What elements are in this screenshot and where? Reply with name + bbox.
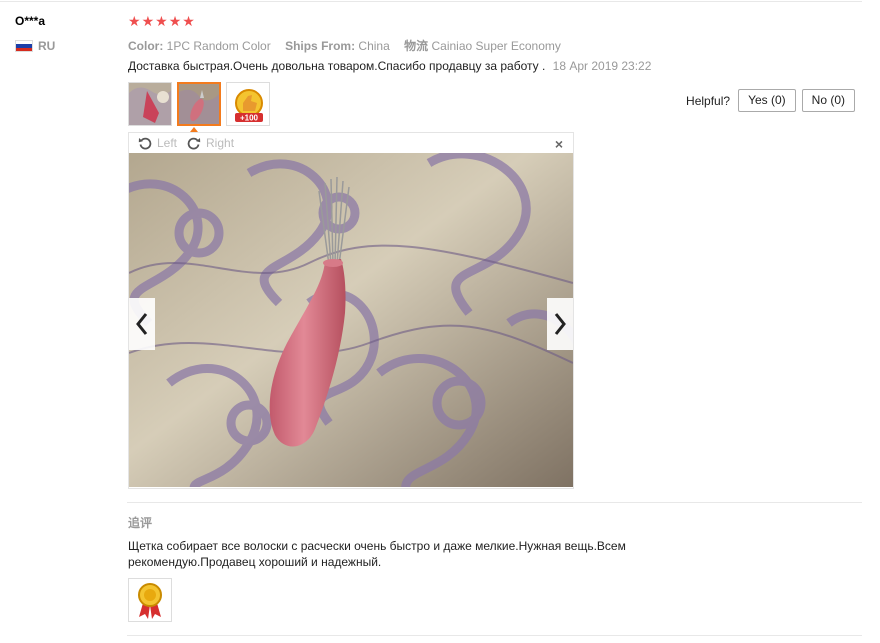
- review-photo: [129, 153, 573, 487]
- star-icon: ★: [141, 13, 155, 29]
- rotate-right-icon: [187, 137, 201, 150]
- prop-label-logistics: 物流: [404, 39, 429, 53]
- svg-text:+100: +100: [240, 114, 259, 123]
- star-icon: ★: [182, 13, 195, 29]
- prop-value-logistics: Cainiao Super Economy: [431, 39, 561, 53]
- followup-label: 追评: [128, 516, 153, 530]
- prop-value-color: 1PC Random Color: [166, 39, 271, 53]
- rotate-left-icon: [138, 137, 152, 150]
- thumbs-up-100-icon: +100: [227, 83, 269, 125]
- review-text: Доставка быстрая.Очень довольна товаром.…: [128, 59, 546, 73]
- chevron-left-icon: [136, 313, 148, 335]
- helpful-yes-button[interactable]: Yes (0): [738, 89, 796, 112]
- gold-medal-icon: [138, 583, 162, 619]
- close-icon[interactable]: ×: [555, 136, 563, 152]
- review-photo-thumbnails: +100: [128, 82, 270, 126]
- top-divider: [0, 1, 862, 2]
- rotate-right-label: Right: [206, 136, 235, 150]
- photo-thumbnail[interactable]: +100: [226, 82, 270, 126]
- prop-label-color: Color:: [128, 39, 164, 53]
- reviewer-country: RU: [15, 39, 55, 53]
- next-photo-button[interactable]: [547, 298, 573, 350]
- russia-flag-icon: [15, 40, 33, 52]
- followup-divider: [127, 502, 862, 503]
- review-body: Доставка быстрая.Очень довольна товаром.…: [128, 59, 651, 73]
- rotate-left-label: Left: [157, 136, 178, 150]
- followup-text: Щетка собирает все волоски с расчески оч…: [128, 539, 626, 569]
- photo-thumbnail[interactable]: [128, 82, 172, 126]
- helpful-no-button[interactable]: No (0): [801, 89, 855, 112]
- helpful-label: Helpful?: [686, 93, 731, 108]
- prop-label-ships-from: Ships From:: [285, 39, 356, 53]
- review-date: 18 Apr 2019 23:22: [552, 59, 652, 73]
- reviewer-name: O***a: [15, 14, 46, 28]
- prop-value-ships-from: China: [358, 39, 390, 53]
- photo-thumbnail-active[interactable]: [177, 82, 221, 126]
- star-icon: ★: [168, 13, 182, 29]
- order-properties: Color: 1PC Random Color Ships From: Chin…: [128, 37, 561, 54]
- helpful-vote: Helpful? Yes (0) No (0): [686, 89, 855, 112]
- rotate-right-button[interactable]: Right: [187, 136, 234, 150]
- country-code: RU: [38, 39, 56, 53]
- rotate-left-button[interactable]: Left: [138, 136, 177, 150]
- bottom-divider: [127, 635, 862, 636]
- star-icon: ★: [128, 13, 141, 29]
- followup-photo-thumbnail[interactable]: [128, 578, 172, 622]
- viewer-toolbar: Left Right: [129, 133, 573, 153]
- chevron-right-icon: [554, 313, 566, 335]
- star-rating: ★ ★ ★ ★ ★: [128, 13, 195, 29]
- previous-photo-button[interactable]: [129, 298, 155, 350]
- photo-viewer: Left Right ×: [128, 132, 574, 489]
- star-icon: ★: [155, 13, 168, 29]
